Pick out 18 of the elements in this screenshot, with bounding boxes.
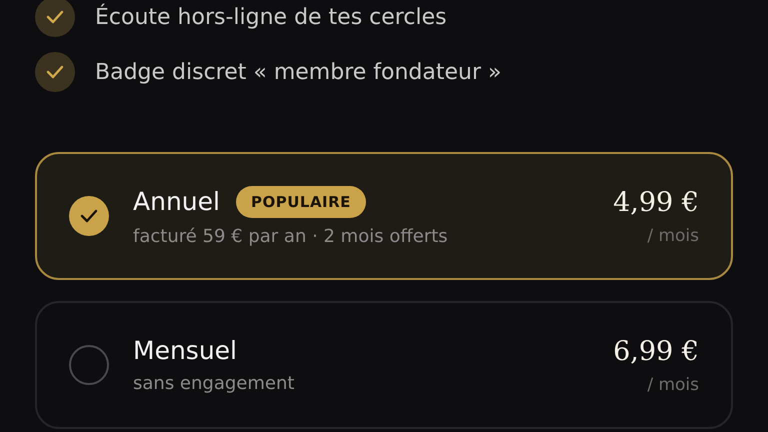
feature-text: Écoute hors-ligne de tes cercles [95, 4, 447, 30]
popular-badge: POPULAIRE [236, 186, 366, 218]
plan-subtitle: sans engagement [133, 373, 296, 394]
plan-name: Mensuel [133, 336, 237, 365]
feature-text: Badge discret « membre fondateur » [95, 60, 502, 84]
plan-price: 6,99 € [613, 336, 699, 366]
radio-button[interactable] [69, 345, 109, 385]
price-unit: / mois [647, 374, 699, 394]
plan-card[interactable]: Annuel POPULAIRE facturé 59 € par an · 2 mois offerts 4,99 € / mois [35, 152, 733, 280]
plan-name: Annuel [133, 187, 220, 216]
check-icon [80, 209, 98, 223]
price-unit: / mois [647, 226, 699, 246]
plan-card[interactable]: Mensuel sans engagement 6,99 € / mois [35, 301, 733, 429]
check-icon [46, 10, 64, 24]
radio-button[interactable] [69, 196, 109, 236]
check-icon [46, 65, 64, 79]
plan-subtitle: facturé 59 € par an · 2 mois offerts [133, 226, 449, 246]
plan-price: 4,99 € [613, 186, 699, 218]
